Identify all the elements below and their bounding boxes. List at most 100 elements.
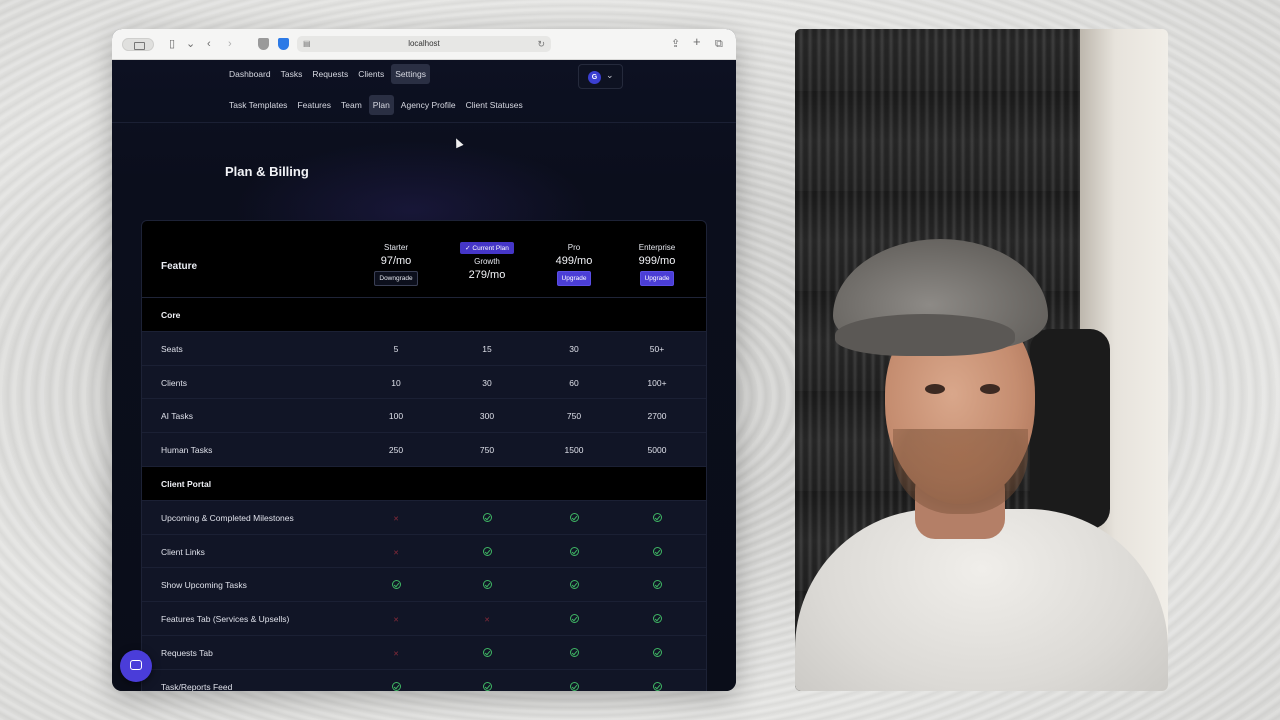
- section-row: Core: [142, 298, 706, 332]
- plan-price: 97/mo: [380, 255, 412, 267]
- table-cell: [447, 647, 527, 659]
- browser-toolbar: ▯ ⌄ ‹ › ▤ localhost ↻ ⇪ + ⧉: [112, 29, 736, 60]
- table-cell: [447, 546, 527, 558]
- feature-label: Upcoming & Completed Milestones: [161, 512, 294, 523]
- user-menu[interactable]: G ⌄: [578, 64, 623, 89]
- check-circle-icon: [482, 681, 492, 691]
- nav-dashboard[interactable]: Dashboard: [226, 64, 274, 84]
- chevron-down-icon[interactable]: ⌄: [186, 37, 195, 51]
- check-circle-icon: [652, 580, 662, 590]
- plan-name: Enterprise: [638, 243, 676, 252]
- share-icon[interactable]: ⇪: [671, 37, 680, 51]
- feature-label: Seats: [161, 343, 183, 354]
- tab-overview-icon[interactable]: [122, 38, 154, 51]
- table-cell: [356, 681, 436, 691]
- chat-bubble-icon: [130, 660, 142, 670]
- downgrade-button[interactable]: Downgrade: [374, 271, 418, 286]
- x-icon: ✕: [393, 650, 399, 658]
- x-icon: ✕: [393, 617, 399, 625]
- check-circle-icon: [482, 512, 492, 522]
- table-cell: [447, 512, 527, 524]
- chat-button[interactable]: [120, 650, 152, 682]
- subnav-features[interactable]: Features: [294, 95, 334, 115]
- subnav-task-templates[interactable]: Task Templates: [226, 95, 290, 115]
- feature-label: Features Tab (Services & Upsells): [161, 614, 290, 625]
- privacy-shield-icon[interactable]: [258, 38, 269, 50]
- mouse-cursor-icon: [452, 136, 464, 149]
- extension-shield-icon[interactable]: [278, 38, 289, 50]
- chevron-down-icon: ⌄: [606, 70, 614, 80]
- primary-nav: Dashboard Tasks Requests Clients Setting…: [226, 64, 736, 84]
- app-page: Dashboard Tasks Requests Clients Setting…: [112, 60, 736, 691]
- check-circle-icon: [652, 512, 662, 522]
- plan-column-growth: ✓ Current Plan Growth 279/mo: [447, 237, 527, 281]
- x-icon: ✕: [393, 549, 399, 557]
- table-cell: ✕: [356, 614, 436, 624]
- check-circle-icon: [569, 546, 579, 556]
- nav-settings[interactable]: Settings: [391, 64, 430, 84]
- subnav-client-statuses[interactable]: Client Statuses: [463, 95, 526, 115]
- table-cell: [447, 681, 527, 691]
- table-cell: 300: [479, 411, 495, 422]
- subnav-divider: [112, 122, 736, 123]
- feature-label: Task/Reports Feed: [161, 681, 233, 691]
- nav-requests[interactable]: Requests: [309, 64, 351, 84]
- table-cell: [617, 614, 697, 625]
- plan-price: 499/mo: [555, 255, 593, 267]
- plan-comparison-table: Feature Starter 97/mo Downgrade ✓ Curren…: [141, 220, 707, 691]
- nav-tasks[interactable]: Tasks: [278, 64, 306, 84]
- check-circle-icon: [652, 647, 662, 657]
- table-cell: ✕: [447, 614, 527, 624]
- table-cell: [534, 681, 614, 691]
- table-cell: [534, 512, 614, 524]
- table-cell: ✕: [356, 547, 436, 557]
- settings-subnav: Task Templates Features Team Plan Agency…: [226, 95, 736, 115]
- url-text: localhost: [408, 39, 440, 48]
- check-circle-icon: [391, 681, 401, 691]
- plan-name: Starter: [383, 243, 408, 252]
- upgrade-button[interactable]: Upgrade: [556, 271, 592, 286]
- table-cell: 100+: [647, 377, 667, 388]
- feature-label: Clients: [161, 377, 187, 388]
- plan-price: 999/mo: [638, 255, 676, 267]
- plan-price: 279/mo: [468, 269, 506, 281]
- table-cell: [356, 580, 436, 591]
- subnav-plan[interactable]: Plan: [368, 95, 394, 115]
- table-cell: [617, 681, 697, 691]
- table-cell: 2700: [647, 411, 667, 422]
- check-circle-icon: [569, 614, 579, 624]
- reload-icon[interactable]: ↻: [537, 36, 545, 52]
- plan-column-starter: Starter 97/mo Downgrade: [356, 243, 436, 286]
- check-circle-icon: [569, 681, 579, 691]
- feature-label: Human Tasks: [161, 445, 213, 456]
- avatar: G: [588, 71, 601, 84]
- table-cell: 15: [482, 343, 492, 354]
- section-title: Client Portal: [161, 478, 212, 489]
- table-cell: 5000: [647, 445, 667, 456]
- tabs-icon[interactable]: ⧉: [715, 37, 723, 51]
- table-cell: 750: [479, 445, 495, 456]
- person-eye: [980, 384, 1000, 394]
- check-circle-icon: [482, 580, 492, 590]
- back-icon[interactable]: ‹: [207, 37, 211, 51]
- table-row: Task/Reports Feed: [142, 669, 706, 691]
- address-bar[interactable]: ▤ localhost ↻: [297, 36, 551, 52]
- check-circle-icon: [482, 546, 492, 556]
- table-cell: ✕: [356, 648, 436, 658]
- table-cell: 750: [566, 411, 582, 422]
- upgrade-button[interactable]: Upgrade: [639, 271, 675, 286]
- subnav-agency-profile[interactable]: Agency Profile: [398, 95, 459, 115]
- nav-clients[interactable]: Clients: [355, 64, 387, 84]
- plan-column-pro: Pro 499/mo Upgrade: [534, 243, 614, 286]
- table-cell: ✕: [356, 513, 436, 523]
- table-row: Upcoming & Completed Milestones ✕: [142, 500, 706, 535]
- person-cap-brim: [835, 314, 1015, 356]
- plan-name: Pro: [567, 243, 581, 252]
- new-tab-icon[interactable]: +: [693, 35, 701, 49]
- sidebar-toggle-icon[interactable]: ▯: [169, 37, 175, 51]
- table-row: AI Tasks 100 300 750 2700: [142, 399, 706, 434]
- table-cell: 100: [388, 411, 404, 422]
- subnav-team[interactable]: Team: [338, 95, 365, 115]
- table-cell: 30: [569, 343, 579, 354]
- forward-icon[interactable]: ›: [228, 37, 232, 51]
